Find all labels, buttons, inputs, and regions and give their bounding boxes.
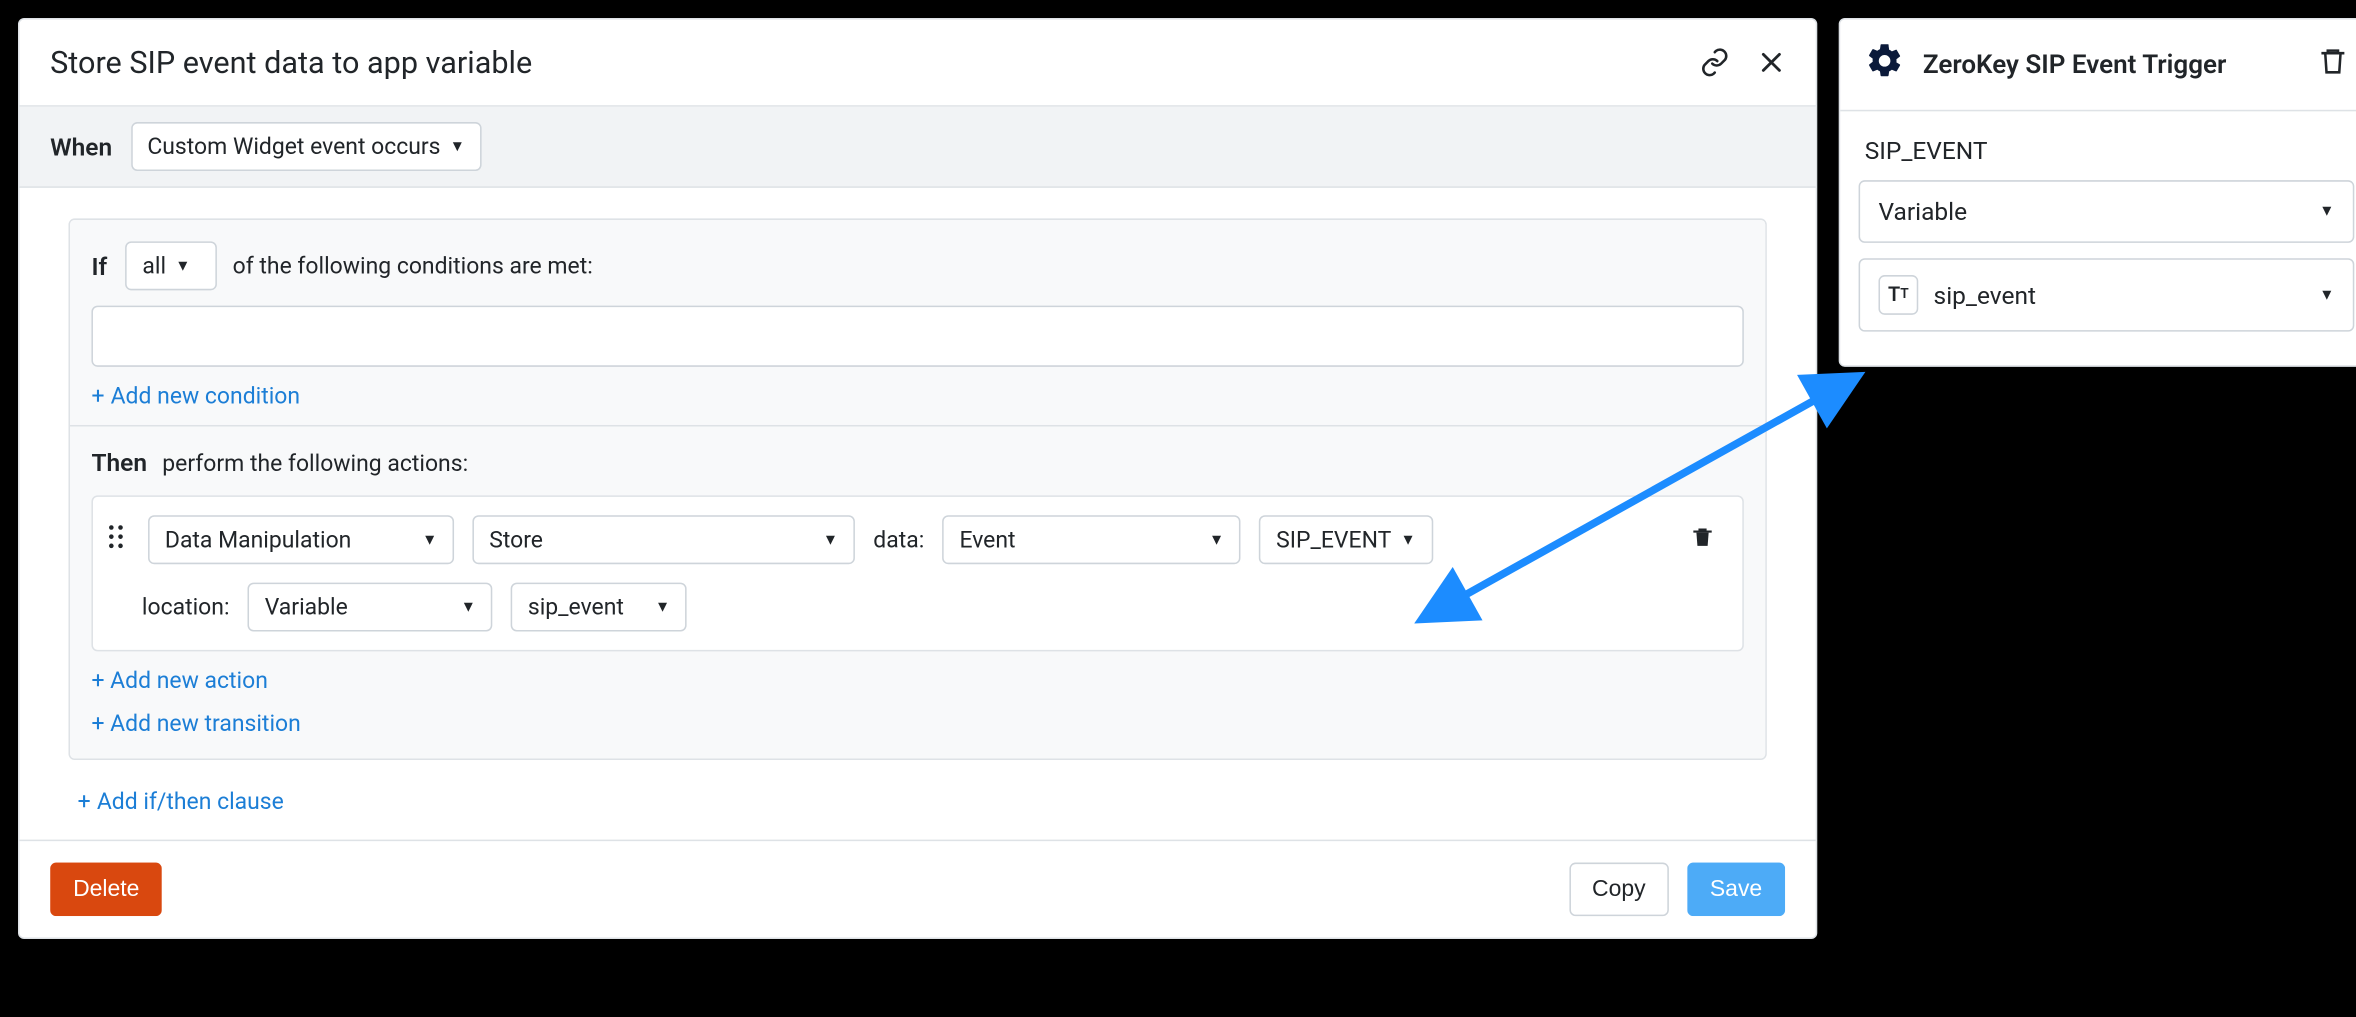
when-bar: When Custom Widget event occurs ▼: [20, 107, 1816, 188]
condition-input[interactable]: [91, 306, 1743, 367]
plus-icon: +: [91, 710, 104, 738]
if-then-clause: If all ▼ of the following conditions are…: [68, 218, 1766, 760]
location-type-select[interactable]: Variable ▼: [248, 583, 493, 632]
plus-icon: +: [91, 667, 104, 695]
panel-title: ZeroKey SIP Event Trigger: [1923, 49, 2227, 80]
action-operation-select[interactable]: Store ▼: [472, 515, 854, 564]
location-value-select[interactable]: sip_event ▼: [511, 583, 687, 632]
if-quantifier-value: all: [142, 252, 166, 280]
save-button[interactable]: Save: [1687, 863, 1785, 917]
plus-icon: +: [78, 788, 91, 816]
modal-footer: Delete Copy Save: [20, 840, 1816, 938]
drag-handle-icon[interactable]: [105, 524, 129, 555]
caret-down-icon: ▼: [1209, 531, 1224, 548]
plus-icon: +: [91, 382, 104, 410]
panel-variable-field[interactable]: TT sip_event ▼: [1859, 258, 2355, 331]
trigger-editor-modal: Store SIP event data to app variable Whe…: [18, 18, 1817, 939]
modal-header: Store SIP event data to app variable: [20, 20, 1816, 107]
delete-widget-icon[interactable]: [2318, 44, 2349, 85]
caret-down-icon: ▼: [655, 599, 670, 616]
add-clause-button[interactable]: + Add if/then clause: [78, 788, 284, 816]
add-action-button[interactable]: + Add new action: [91, 667, 1743, 695]
action-card: Data Manipulation ▼ Store ▼ data: Event …: [91, 495, 1743, 651]
then-block: Then perform the following actions: Data…: [70, 427, 1765, 759]
when-trigger-value: Custom Widget event occurs: [147, 133, 440, 161]
caret-down-icon: ▼: [1400, 531, 1415, 548]
add-condition-button[interactable]: + Add new condition: [91, 382, 300, 410]
gear-icon: [1865, 41, 1905, 88]
delete-button[interactable]: Delete: [50, 863, 162, 917]
caret-down-icon: ▼: [2319, 203, 2334, 220]
caret-down-icon: ▼: [2319, 287, 2334, 304]
action-category-select[interactable]: Data Manipulation ▼: [148, 515, 454, 564]
caret-down-icon: ▼: [461, 599, 476, 616]
location-label: location:: [142, 593, 230, 621]
if-tail-text: of the following conditions are met:: [233, 252, 593, 280]
if-label: If: [91, 251, 107, 280]
data-label: data:: [873, 526, 924, 554]
caret-down-icon: ▼: [450, 138, 465, 155]
then-tail-text: perform the following actions:: [162, 449, 468, 477]
then-label: Then: [91, 448, 147, 477]
panel-type-select[interactable]: Variable ▼: [1859, 180, 2355, 243]
when-trigger-select[interactable]: Custom Widget event occurs ▼: [131, 122, 482, 171]
if-block: If all ▼ of the following conditions are…: [70, 220, 1765, 427]
add-transition-button[interactable]: + Add new transition: [91, 710, 1743, 738]
caret-down-icon: ▼: [422, 531, 437, 548]
caret-down-icon: ▼: [823, 531, 838, 548]
link-icon[interactable]: [1699, 47, 1730, 78]
when-label: When: [50, 132, 112, 161]
close-icon[interactable]: [1758, 49, 1786, 77]
modal-title: Store SIP event data to app variable: [50, 44, 532, 81]
copy-button[interactable]: Copy: [1569, 863, 1668, 917]
if-quantifier-select[interactable]: all ▼: [126, 241, 218, 290]
panel-section-label: SIP_EVENT: [1859, 136, 2355, 165]
delete-action-icon[interactable]: [1690, 523, 1724, 557]
data-value-select[interactable]: SIP_EVENT ▼: [1259, 515, 1432, 564]
widget-config-panel: ZeroKey SIP Event Trigger SIP_EVENT Vari…: [1839, 18, 2356, 367]
data-source-select[interactable]: Event ▼: [943, 515, 1241, 564]
caret-down-icon: ▼: [175, 257, 190, 274]
text-type-icon: TT: [1878, 275, 1918, 315]
